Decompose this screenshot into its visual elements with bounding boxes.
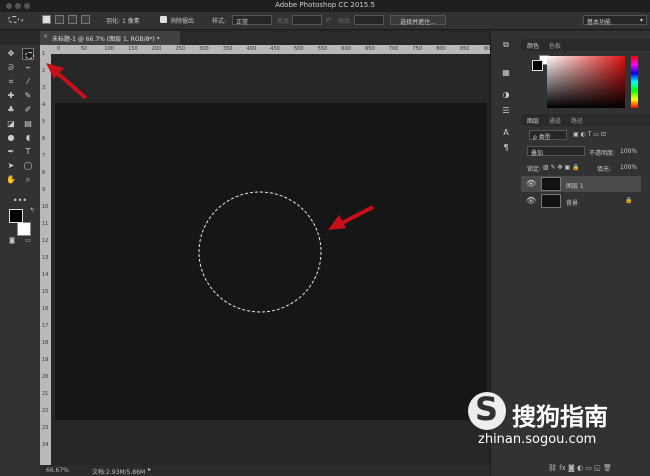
watermark-logo: S xyxy=(468,390,506,430)
libraries-panel-icon[interactable]: ▦ xyxy=(500,67,512,79)
properties-panel-icon[interactable]: ☰ xyxy=(500,105,512,117)
watermark: S 搜狗指南 zhinan.sogou.com xyxy=(468,390,648,452)
layer-name: 背景 xyxy=(566,200,579,207)
tab-layers[interactable]: 图层 xyxy=(527,116,539,125)
fill-value[interactable]: 100% xyxy=(620,164,637,171)
layer-actions[interactable]: ⛓ fx ◙ ◐ ▭ ◱ 🗑 xyxy=(548,464,612,472)
fill-label: 填充: xyxy=(597,166,612,173)
tab-color[interactable]: 颜色 xyxy=(527,41,539,50)
annotation-arrow-selection xyxy=(328,205,374,230)
document-size: 文档:2.93M/5.86M xyxy=(92,469,146,476)
layers-panel-header xyxy=(521,114,650,126)
opacity-value[interactable]: 100% xyxy=(620,148,637,155)
hue-slider[interactable] xyxy=(631,56,638,108)
color-field[interactable] xyxy=(547,56,625,108)
status-bar: 66.67% 文档:2.93M/5.86M ▸ xyxy=(40,465,490,476)
visibility-eye-icon[interactable]: 👁 xyxy=(526,179,536,188)
adjustments-panel-icon[interactable]: ◑ xyxy=(500,89,512,101)
history-panel-icon[interactable]: ⧉ xyxy=(500,39,512,51)
lock-label: 锁定: xyxy=(527,166,542,173)
layer-thumbnail xyxy=(541,177,561,191)
lock-icons[interactable]: ▨ ✎ ✥ ▣ 🔒 xyxy=(543,164,580,171)
visibility-eye-icon[interactable]: 👁 xyxy=(526,196,536,205)
layer-kind-filter[interactable]: ρ 类型 xyxy=(529,130,567,141)
color-panel-header xyxy=(521,39,650,51)
blend-mode-value: 叠加 xyxy=(531,150,544,157)
tab-paths[interactable]: 路径 xyxy=(571,116,583,125)
filter-icons[interactable]: ▣ ◐ T ▭ ⊡ xyxy=(573,131,606,138)
watermark-logo-glyph: S xyxy=(475,390,499,428)
tab-channels[interactable]: 通道 xyxy=(549,116,561,125)
lock-icon: 🔒 xyxy=(625,197,633,204)
paragraph-panel-icon[interactable]: ¶ xyxy=(500,142,512,154)
annotation-arrow-tool xyxy=(46,63,88,100)
layer-row-background[interactable]: 👁 背景 🔒 xyxy=(521,193,641,209)
layer-kind-label: ρ 类型 xyxy=(533,134,551,141)
status-menu-icon[interactable]: ▸ xyxy=(148,466,151,473)
panel-foreground-swatch[interactable] xyxy=(532,60,543,71)
character-panel-icon[interactable]: A xyxy=(500,127,512,139)
watermark-brand: 搜狗指南 xyxy=(512,403,608,431)
opacity-label: 不透明度: xyxy=(589,150,616,157)
blend-mode-select[interactable]: 叠加 xyxy=(527,146,585,157)
layer-row-layer1[interactable]: 👁 图层 1 xyxy=(521,176,641,192)
zoom-level[interactable]: 66.67% xyxy=(46,467,69,474)
layer-name: 图层 1 xyxy=(566,183,584,190)
layer-thumbnail xyxy=(541,194,561,208)
watermark-url: zhinan.sogou.com xyxy=(478,432,597,447)
tab-swatches[interactable]: 色板 xyxy=(549,41,561,50)
